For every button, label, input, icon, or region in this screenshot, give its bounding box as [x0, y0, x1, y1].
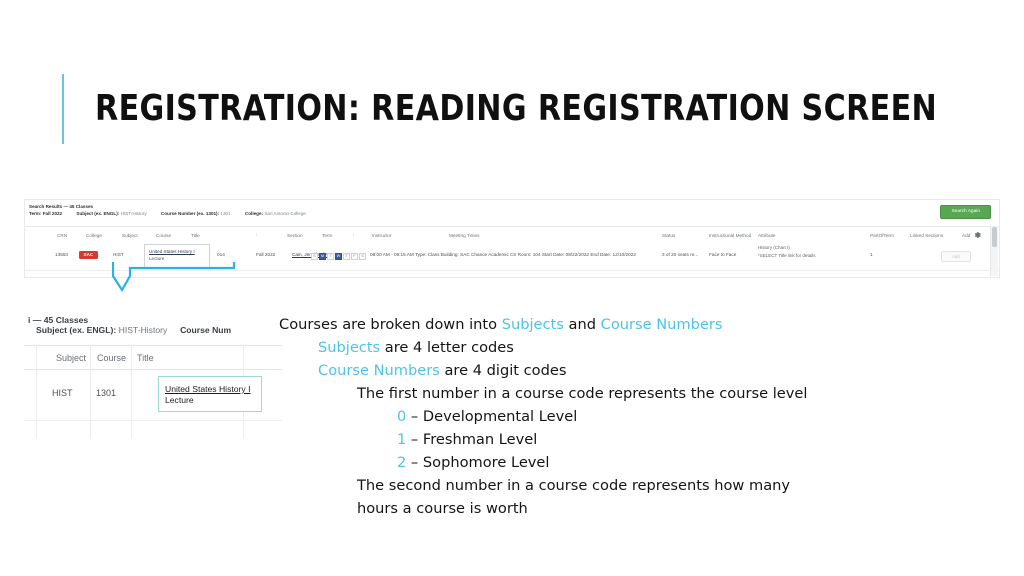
bullet-line-2: Subjects are 4 letter codes [318, 336, 839, 359]
term-value: Fall 2022 [42, 211, 63, 216]
column-header-status[interactable]: Status [662, 233, 675, 238]
bullet-line-8: The second number in a course code repre… [357, 477, 791, 517]
magnified-column-title[interactable]: Title [137, 353, 154, 363]
college-label: College: [244, 211, 264, 216]
add-button[interactable]: Add [941, 251, 971, 262]
scrollbar-thumb[interactable] [992, 227, 997, 247]
meeting-day-chip: S [359, 252, 366, 260]
magnified-summary-line1: i — 45 Classes [28, 315, 89, 325]
bullet-1-part-a: Courses are broken down into [279, 316, 502, 333]
cell-partofterm: 1 [870, 252, 873, 257]
bullet-line-3: Course Numbers are 4 digit codes [318, 359, 839, 382]
magnified-course-number-label: Course Num [180, 325, 232, 335]
magnified-column-subject[interactable]: Subject [56, 353, 86, 363]
magnified-subject-label: Subject (ex. ENGL): [36, 325, 117, 335]
bullet-1-part-b: and [563, 316, 601, 333]
column-header-course[interactable]: Course [156, 233, 171, 238]
sort-icon-term[interactable]: ↕ [352, 232, 355, 238]
zoom-callout-connector [112, 262, 236, 293]
meeting-day-chip: M [319, 252, 326, 260]
subject-value: HIST-History [120, 211, 147, 216]
cell-subject: HIST [113, 252, 124, 257]
column-header-college[interactable]: College [86, 233, 102, 238]
magnified-cell-title-highlight[interactable]: United States History I Lecture [158, 376, 262, 412]
meeting-day-chip: W [335, 252, 342, 260]
bullet-line-6: 1 – Freshman Level [397, 428, 839, 451]
bullet-2-rest: are 4 letter codes [380, 339, 514, 356]
magnified-course-title-type: Lecture [165, 395, 194, 405]
level-digit-0: 0 [397, 408, 407, 425]
term-label: Term: [29, 211, 42, 216]
course-title-link[interactable]: United States History I [149, 249, 195, 254]
column-header-add[interactable]: Add [962, 233, 970, 238]
bullet-1-course-numbers: Course Numbers [600, 316, 723, 333]
column-header-subject[interactable]: Subject [122, 233, 138, 238]
bullet-line-7: 2 – Sophomore Level [397, 451, 839, 474]
magnified-detail-panel: i — 45 Classes Subject (ex. ENGL): HIST-… [24, 311, 282, 439]
page-title: REGISTRATION: READING REGISTRATION SCREE… [95, 88, 938, 129]
meeting-day-chip: F [351, 252, 358, 260]
meeting-day-chip: S [311, 252, 318, 260]
meeting-day-chip: T [343, 252, 350, 260]
magnified-summary-line2: Subject (ex. ENGL): HIST-History Course … [36, 325, 231, 335]
magnified-course-title-link[interactable]: United States History I [165, 384, 251, 394]
level-1-label: – Freshman Level [406, 431, 538, 448]
column-header-meeting-times[interactable]: Meeting Times [449, 233, 479, 238]
sort-icon[interactable]: ↕ [255, 232, 258, 238]
course-number-value: 1301 [220, 211, 231, 216]
body-text-block: Courses are broken down into Subjects an… [279, 313, 839, 520]
cell-meeting-times: 08:00 AM - 09:15 AM Type: Class Building… [370, 252, 636, 257]
level-digit-1: 1 [397, 431, 407, 448]
bullet-3-course-numbers: Course Numbers [318, 362, 440, 379]
search-results-summary: Search Results — 45 Classes Term: Fall 2… [29, 203, 306, 217]
magnified-cell-subject: HIST [52, 388, 73, 398]
column-header-linked-sections[interactable]: Linked Sections [910, 233, 943, 238]
magnified-table-row[interactable]: HIST 1301 United States History I Lectur… [24, 368, 282, 421]
meeting-day-chips: SMTWTFS [311, 252, 366, 260]
course-title-type: Lecture [149, 256, 165, 261]
column-header-crn[interactable]: CRN [57, 233, 67, 238]
college-badge: SAC [79, 250, 98, 259]
cell-section: 014 [217, 252, 225, 257]
meeting-day-chip: T [327, 252, 334, 260]
cell-status: 3 of 20 seats re... [662, 252, 699, 257]
college-value: San Antonio College [264, 211, 306, 216]
cell-instructional-method: Face to Face [709, 252, 737, 257]
magnified-cell-course: 1301 [96, 388, 117, 398]
cell-term: Fall 2022 [256, 252, 276, 257]
magnified-column-course[interactable]: Course [97, 353, 126, 363]
bullet-3-rest: are 4 digit codes [439, 362, 567, 379]
vertical-scrollbar[interactable] [990, 226, 998, 276]
cell-crn: 13553 [55, 252, 69, 257]
bullet-line-1: Courses are broken down into Subjects an… [279, 313, 839, 336]
column-header-term[interactable]: Term [322, 233, 332, 238]
search-again-button[interactable]: Search Again [940, 205, 991, 219]
search-results-count: — 45 Classes [63, 204, 94, 209]
column-header-attribute[interactable]: Attribute [758, 233, 775, 238]
level-2-label: – Sophomore Level [406, 454, 550, 471]
column-header-instructor[interactable]: Instructor [372, 233, 392, 238]
column-header-title[interactable]: Title [191, 233, 200, 238]
bullet-line-5: 0 – Developmental Level [397, 405, 839, 428]
level-digit-2: 2 [397, 454, 407, 471]
title-accent-bar [62, 74, 64, 144]
level-0-label: – Developmental Level [406, 408, 578, 425]
bullet-1-subjects: Subjects [501, 316, 564, 333]
gear-icon[interactable] [973, 231, 981, 239]
search-results-label: Search Results [29, 204, 63, 209]
bullet-2-subjects: Subjects [318, 339, 381, 356]
cell-attribute-line2: *SELECT Title link for details [758, 253, 816, 258]
magnified-subject-value: HIST-History [118, 325, 168, 335]
bullet-line-4: The first number in a course code repres… [357, 385, 808, 402]
course-number-label: Course Number (ex. 1301): [160, 211, 220, 216]
subject-label: Subject (ex. ENGL): [76, 211, 120, 216]
cell-attribute-line1: History (Chart I) [758, 245, 790, 250]
slide-title-block: REGISTRATION: READING REGISTRATION SCREE… [62, 74, 1001, 144]
column-header-partofterm[interactable]: PartOfTerm [870, 233, 894, 238]
column-header-section[interactable]: Section [287, 233, 303, 238]
column-header-instructional-method[interactable]: Instructional Method [709, 233, 751, 238]
